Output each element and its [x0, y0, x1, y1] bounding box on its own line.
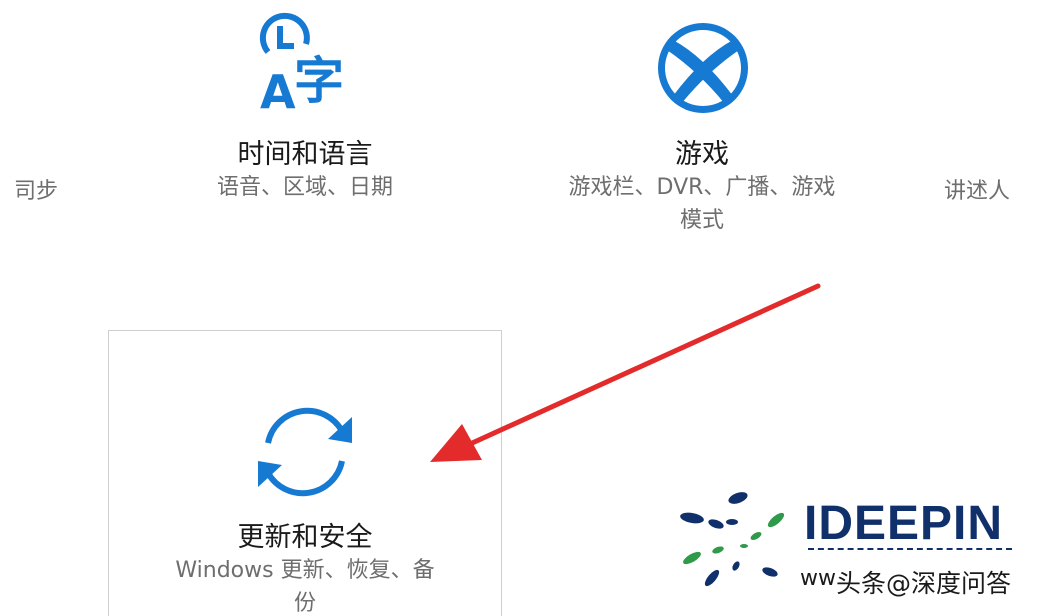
- sync-icon: [258, 407, 352, 497]
- partial-tile-right-label[interactable]: 讲述人: [944, 173, 1010, 205]
- tile-update-security[interactable]: 更新和安全 Windows 更新、恢复、备 份: [108, 330, 502, 616]
- partial-tile-left-label[interactable]: 司步: [14, 173, 58, 205]
- watermark-brand: IDEEPIN: [804, 497, 1004, 550]
- ideepin-logo-icon: [680, 492, 785, 587]
- settings-grid: 司步 A 字 时间和语言 语音、区域、日期 游戏 游戏栏、DVR、广播、游戏 模…: [0, 0, 1046, 616]
- svg-text:字: 字: [294, 52, 344, 110]
- svg-text:A: A: [260, 65, 296, 119]
- tile-update-security-description-line2: 份: [293, 591, 316, 616]
- watermark-caption: 头条@深度问答: [836, 569, 1012, 598]
- tile-gaming-description-line1: 游戏栏、DVR、广播、游戏: [568, 175, 836, 200]
- watermark-url-fragment: ww: [800, 566, 836, 591]
- tile-gaming[interactable]: 游戏 游戏栏、DVR、广播、游戏 模式: [527, 0, 877, 300]
- tile-gaming-title: 游戏: [675, 139, 729, 170]
- time-language-icon: A 字: [259, 12, 344, 119]
- tile-gaming-description-line2: 模式: [679, 208, 724, 233]
- tile-update-security-description-line1: Windows 更新、恢复、备: [175, 558, 435, 583]
- tile-time-language-description: 语音、区域、日期: [216, 175, 393, 200]
- tile-update-security-title: 更新和安全: [237, 522, 373, 553]
- tile-time-language-title: 时间和语言: [237, 139, 373, 170]
- watermark-divider: [808, 548, 1012, 554]
- tile-time-language[interactable]: A 字 时间和语言 语音、区域、日期: [130, 0, 480, 300]
- xbox-icon: [658, 23, 748, 113]
